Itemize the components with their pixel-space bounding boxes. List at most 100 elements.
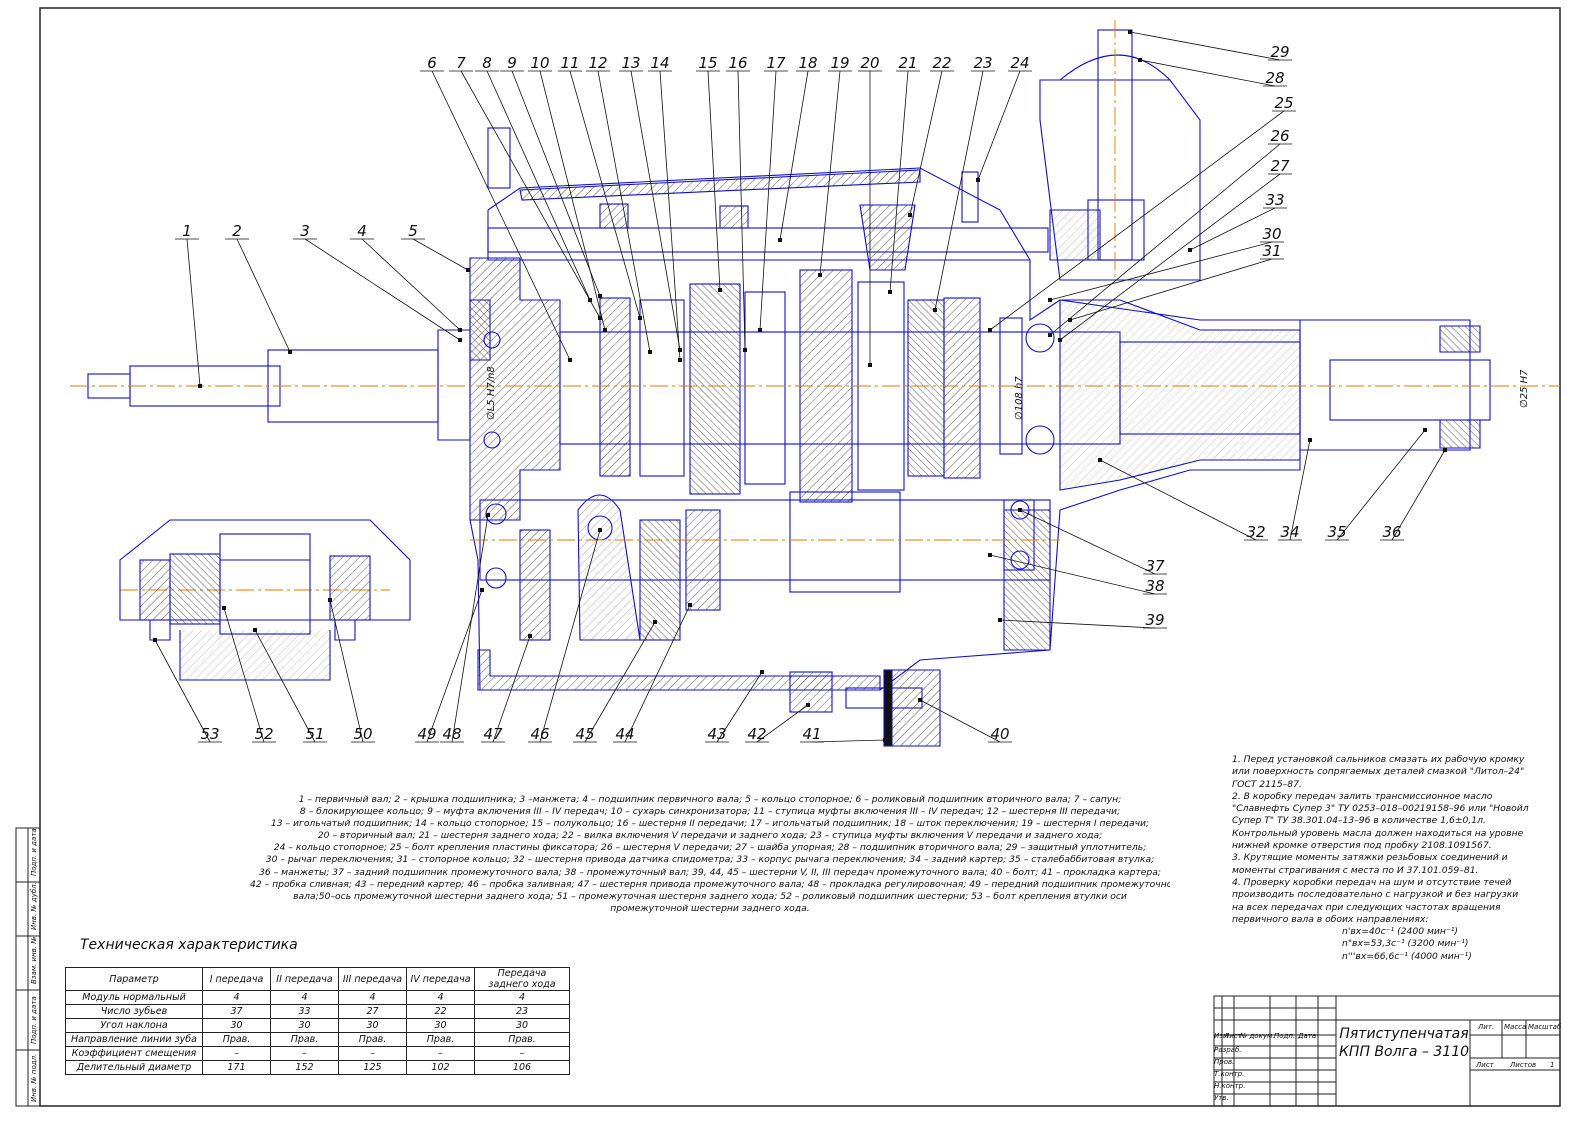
side-stamp-1: Подп. и дата bbox=[30, 828, 38, 876]
legend-line: 30 – рычаг переключения; 31 – стопорное … bbox=[265, 854, 1155, 866]
leader-dot bbox=[603, 328, 607, 332]
spec-row: Направление линии зуба Прав. Прав. Прав.… bbox=[65, 1032, 570, 1047]
spec-cell: 4 bbox=[406, 990, 475, 1005]
spec-cell: 171 bbox=[202, 1060, 271, 1075]
tb-razrab: Разраб. bbox=[1214, 1046, 1242, 1054]
leader-dot bbox=[486, 513, 490, 517]
spec-header: Параметр I передача II передача III пере… bbox=[65, 967, 570, 991]
callout-34: 34 bbox=[1280, 523, 1299, 541]
callout-20: 20 bbox=[860, 54, 879, 72]
spec-cell: 27 bbox=[338, 1004, 407, 1019]
leader-dot bbox=[688, 603, 692, 607]
leader-line bbox=[539, 70, 606, 331]
legend-line: вала;50–ось промежуточной шестерни задне… bbox=[293, 890, 1127, 902]
callout-22: 22 bbox=[932, 54, 951, 72]
drawing-title-line1: Пятиступенчатая bbox=[1339, 1026, 1469, 1042]
spec-cell: – bbox=[202, 1046, 271, 1061]
leader-dot bbox=[1068, 318, 1072, 322]
callout-42: 42 bbox=[747, 725, 766, 743]
spec-row: Угол наклона 30 30 30 30 30 bbox=[65, 1018, 570, 1033]
callout-11: 11 bbox=[560, 54, 579, 72]
leader-dot bbox=[988, 553, 992, 557]
leader-dot bbox=[760, 670, 764, 674]
frequency-3: n'''вх=66,6с⁻¹ (4000 мин⁻¹) bbox=[1342, 950, 1472, 962]
callout-40: 40 bbox=[990, 725, 1009, 743]
leader-dot bbox=[818, 273, 822, 277]
gear-II bbox=[689, 283, 741, 495]
tb-sign: Подп. bbox=[1274, 1032, 1296, 1040]
callout-49: 49 bbox=[417, 725, 436, 743]
leader-line bbox=[909, 70, 943, 216]
leader-line bbox=[1139, 59, 1276, 87]
spec-cell: Угол наклона bbox=[65, 1018, 203, 1033]
spec-cell: – bbox=[474, 1046, 570, 1061]
leader-dot bbox=[678, 348, 682, 352]
leader-dot bbox=[466, 268, 470, 272]
leader-dot bbox=[653, 620, 657, 624]
spec-cell: – bbox=[270, 1046, 339, 1061]
leader-dot bbox=[638, 316, 642, 320]
leader-line bbox=[236, 238, 291, 353]
tb-prov: Пров. bbox=[1214, 1058, 1235, 1066]
tb-tkontr: Т.контр. bbox=[1214, 1070, 1245, 1078]
case-gasket bbox=[883, 669, 893, 747]
drawing-title: Пятиступенчатая КПП Волга – 3110 bbox=[1338, 1025, 1470, 1061]
spec-cell: 4 bbox=[474, 990, 570, 1005]
leader-line bbox=[426, 589, 483, 743]
parts-legend: 1 – первичный вал; 2 – крышка подшипника… bbox=[250, 794, 1170, 915]
spec-header-cell: II передача bbox=[270, 967, 339, 991]
callout-18: 18 bbox=[798, 54, 817, 72]
note-4: 4. Проверку коробки передач на шум и отс… bbox=[1232, 876, 1519, 925]
spec-cell: 102 bbox=[406, 1060, 475, 1075]
note-1: 1. Перед установкой сальников смазать их… bbox=[1232, 754, 1525, 790]
spec-cell: Прав. bbox=[338, 1032, 407, 1047]
leader-dot bbox=[153, 638, 157, 642]
leader-dot bbox=[1058, 338, 1062, 342]
leader-dot bbox=[743, 348, 747, 352]
callout-16: 16 bbox=[728, 54, 747, 72]
gear-reverse bbox=[907, 299, 945, 477]
leader-line bbox=[511, 70, 601, 297]
spec-header-cell: IV передача bbox=[406, 967, 475, 991]
leader-line bbox=[451, 514, 489, 743]
leader-dot bbox=[806, 703, 810, 707]
leader-line bbox=[1129, 31, 1281, 61]
filler-plug bbox=[577, 494, 641, 641]
leader-dot bbox=[328, 598, 332, 602]
callout-6: 6 bbox=[427, 54, 437, 72]
leader-line bbox=[630, 70, 681, 351]
spec-title: Техническая характеристика bbox=[80, 937, 298, 953]
side-stamp-5: Инв. № подл. bbox=[30, 1053, 38, 1102]
leader-dot bbox=[458, 338, 462, 342]
leader-dot bbox=[1048, 298, 1052, 302]
legend-line: 20 – вторичный вал; 21 – шестерня заднег… bbox=[317, 830, 1103, 842]
rear-housing bbox=[1059, 299, 1301, 491]
drawing-sheet: { "callouts": ["1","2","3","4","5","6","… bbox=[0, 0, 1592, 1125]
leader-dot bbox=[288, 350, 292, 354]
dim-bearing-left: ∅L5 H7/n8 bbox=[486, 366, 497, 420]
leader-dot bbox=[888, 290, 892, 294]
note-3: 3. Крутящие моменты затяжки резьбовых со… bbox=[1232, 852, 1508, 876]
tb-lit: Лит. bbox=[1478, 1023, 1495, 1031]
spec-cell: Делительный диаметр bbox=[65, 1060, 203, 1075]
callout-29: 29 bbox=[1270, 43, 1289, 61]
spec-cell: Прав. bbox=[406, 1032, 475, 1047]
callout-1: 1 bbox=[182, 222, 192, 240]
spec-row: Делительный диаметр 171 152 125 102 106 bbox=[65, 1060, 570, 1075]
leader-dot bbox=[718, 288, 722, 292]
callout-33: 33 bbox=[1265, 191, 1284, 209]
frequency-2: n"вх=53,3с⁻¹ (3200 мин⁻¹) bbox=[1342, 938, 1469, 950]
tb-date: Дата bbox=[1298, 1032, 1317, 1040]
spec-row: Коэффициент смещения – – – – – bbox=[65, 1046, 570, 1061]
callout-17: 17 bbox=[766, 54, 786, 72]
leader-dot bbox=[1048, 333, 1052, 337]
leader-dot bbox=[988, 328, 992, 332]
callout-30: 30 bbox=[1262, 225, 1281, 243]
callout-47: 47 bbox=[483, 725, 503, 743]
callout-28: 28 bbox=[1265, 69, 1284, 87]
spec-cell: 4 bbox=[202, 990, 271, 1005]
spec-header-cell: Передача заднего хода bbox=[474, 967, 570, 991]
callout-24: 24 bbox=[1010, 54, 1029, 72]
spec-cell: 30 bbox=[202, 1018, 271, 1033]
spec-cell: – bbox=[338, 1046, 407, 1061]
